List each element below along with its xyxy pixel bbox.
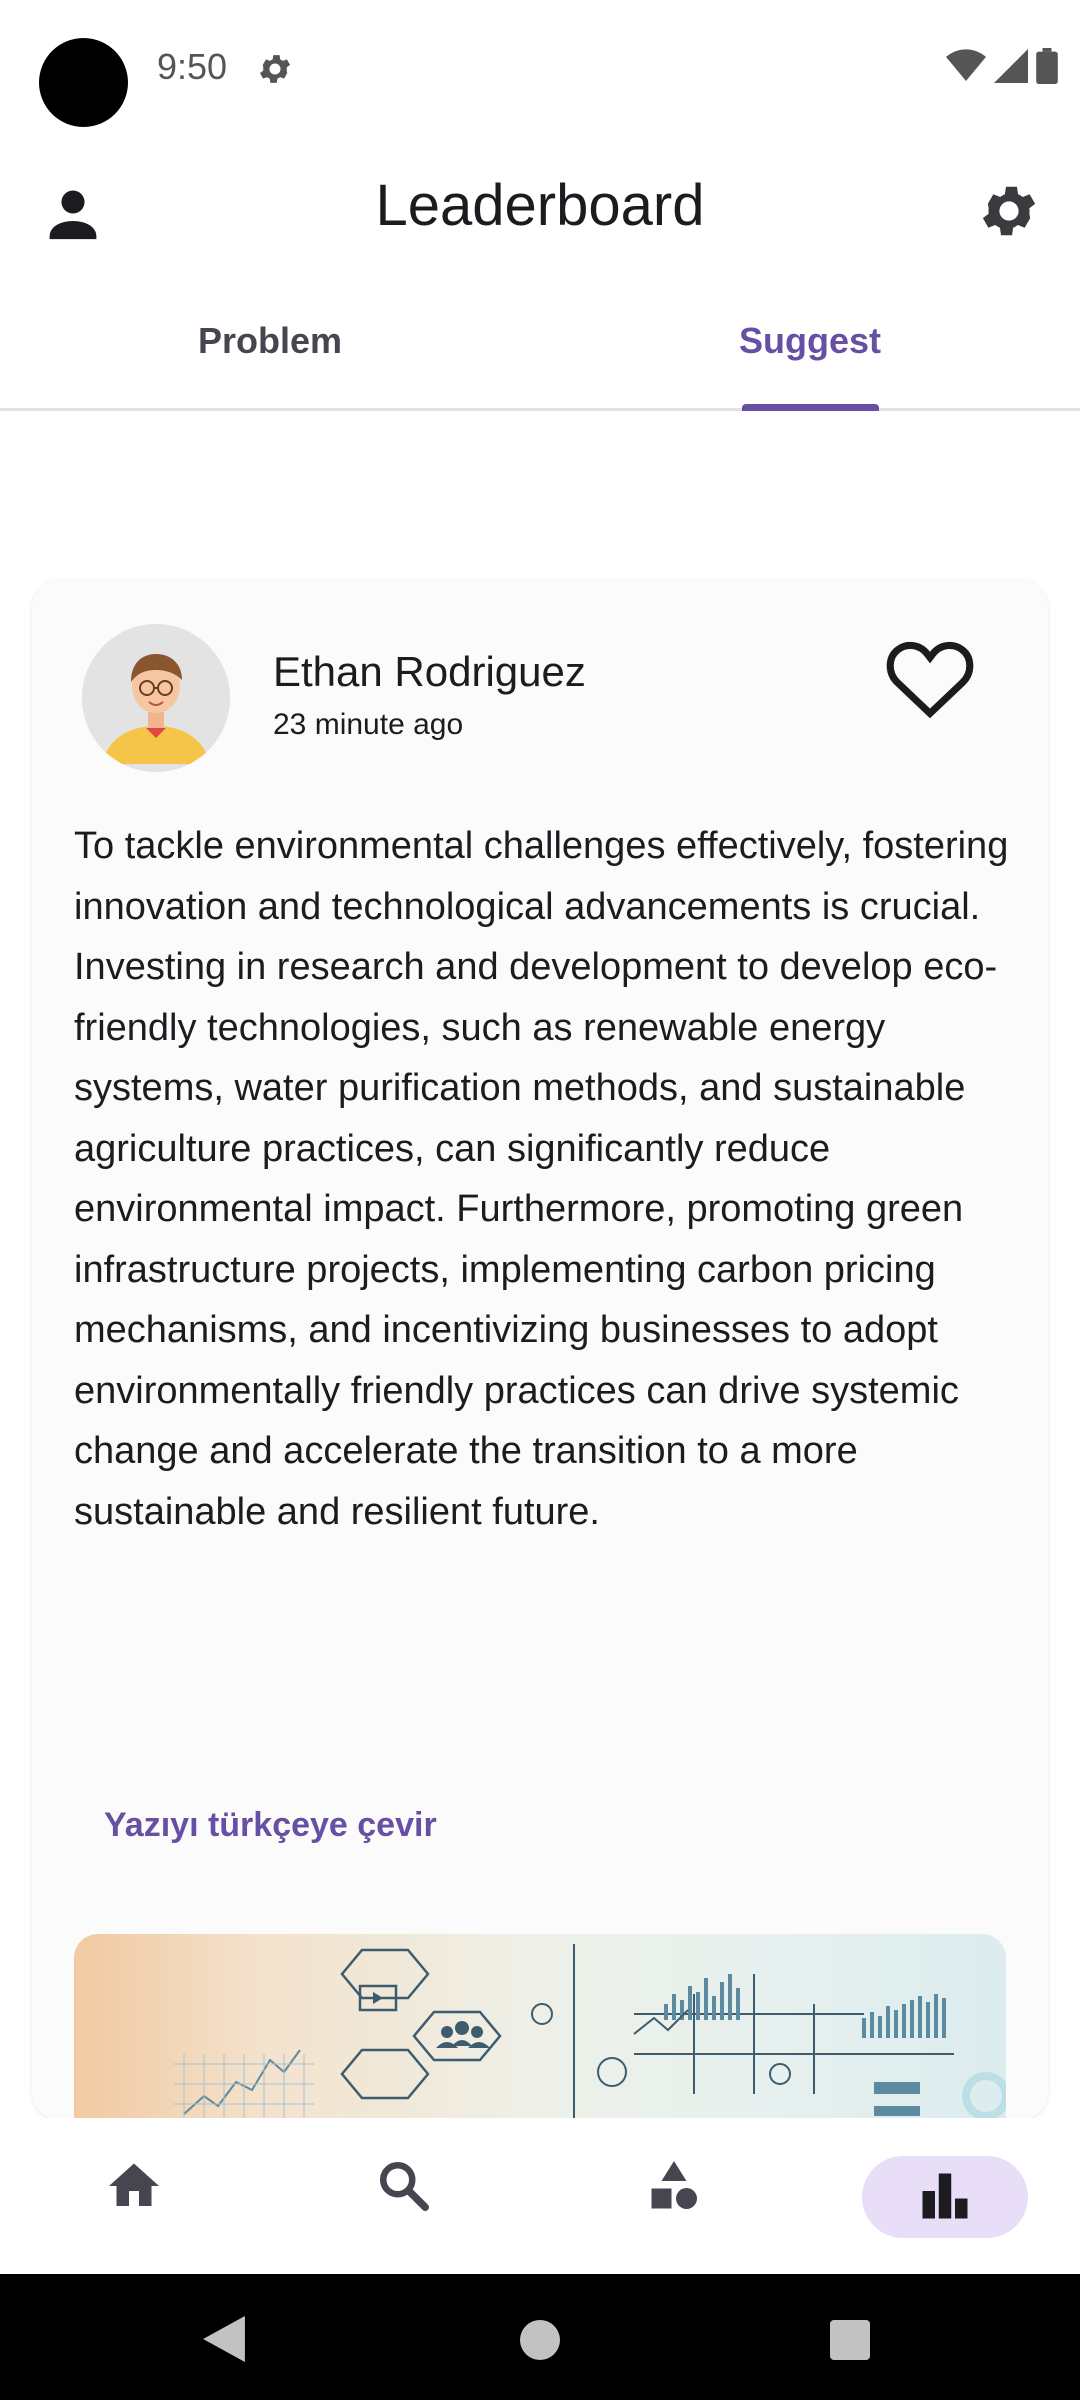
tab-problem[interactable]: Problem xyxy=(0,320,540,362)
wifi-icon xyxy=(946,49,986,81)
avatar-illustration xyxy=(82,624,230,772)
leaderboard-icon[interactable] xyxy=(915,2166,975,2226)
suggestion-image xyxy=(74,1934,1006,2120)
status-time: 9:50 xyxy=(157,46,228,87)
bottom-navigation xyxy=(0,2118,1080,2274)
suggestion-text: To tackle environmental challenges effec… xyxy=(74,825,1009,1533)
system-icons xyxy=(946,48,1058,84)
system-nav-bar xyxy=(0,2274,1080,2400)
search-icon[interactable] xyxy=(374,2156,434,2216)
recents-button[interactable] xyxy=(830,2320,870,2360)
signal-icon xyxy=(994,49,1028,83)
tab-indicator xyxy=(742,404,879,411)
back-icon[interactable] xyxy=(203,2316,245,2362)
avatar xyxy=(82,624,230,772)
tab-suggest[interactable]: Suggest xyxy=(540,320,1080,362)
camera-cutout xyxy=(39,38,128,127)
home-icon[interactable] xyxy=(104,2156,164,2216)
technology-illustration xyxy=(174,1944,1006,2120)
translate-button[interactable]: Yazıyı türkçeye çevir xyxy=(104,1806,437,1845)
post-time: 23 minute ago xyxy=(273,708,464,741)
shapes-icon[interactable] xyxy=(644,2156,704,2216)
tab-bar: Problem Suggest xyxy=(0,300,1080,411)
settings-notification-icon xyxy=(259,55,291,83)
author-name: Ethan Rodriguez xyxy=(273,648,586,695)
gear-icon[interactable] xyxy=(976,178,1042,244)
battery-icon xyxy=(1036,48,1058,84)
page-title: Leaderboard xyxy=(375,173,705,238)
status-bar: 9:50 xyxy=(0,0,1080,140)
top-app-bar: Leaderboard xyxy=(0,150,1080,270)
heart-outline-icon[interactable] xyxy=(880,628,980,728)
suggestion-card: Ethan Rodriguez 23 minute ago To tackle … xyxy=(32,580,1048,2120)
home-nav-button[interactable] xyxy=(520,2320,560,2360)
